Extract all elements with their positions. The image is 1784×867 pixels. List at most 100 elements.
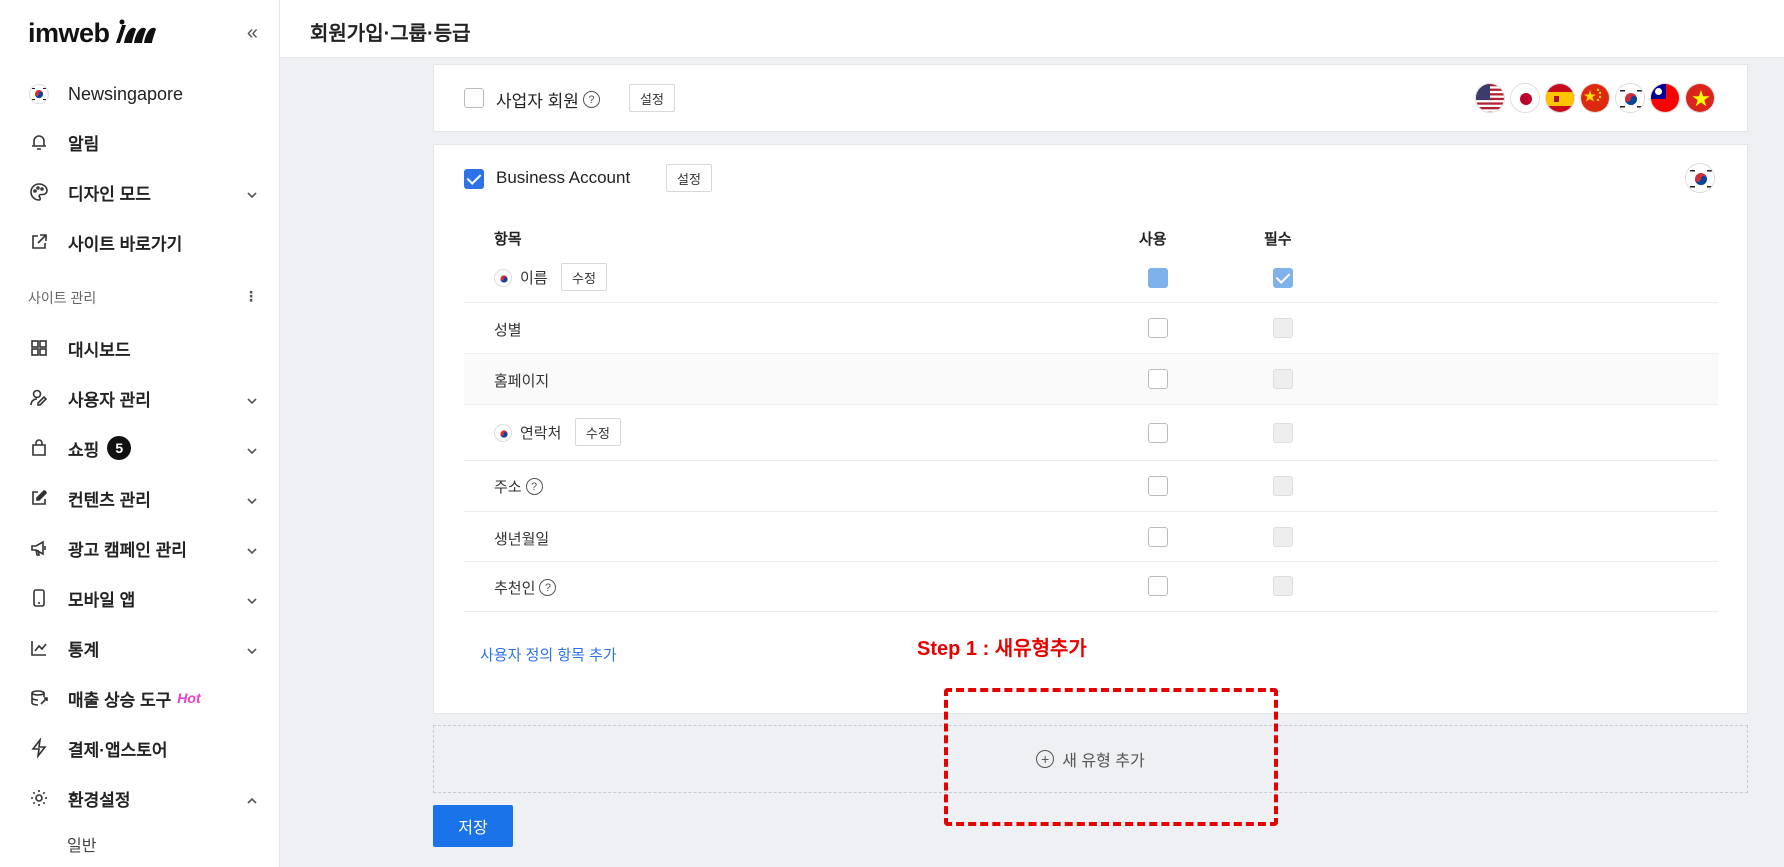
sidebar-item-shopping[interactable]: 쇼핑 5 [28, 432, 258, 464]
field-name: 주소 ? [494, 476, 543, 497]
vn-flag-icon[interactable] [1685, 83, 1715, 113]
table-row: 성별 [464, 303, 1718, 354]
sidebar-item-label: 쇼핑 [68, 440, 100, 460]
column-header-use: 사용 [1139, 231, 1167, 248]
site-name: Newsingapore [68, 83, 184, 104]
help-icon[interactable]: ? [525, 478, 543, 495]
es-flag-icon[interactable] [1545, 83, 1575, 113]
sidebar-item-visit-site[interactable]: 사이트 바로가기 [28, 226, 258, 258]
sidebar-item-label: 사용자 관리 [68, 390, 151, 410]
sidebar-item-label: 결제·앱스토어 [68, 740, 168, 760]
imweb-logo[interactable]: imweb [28, 18, 158, 49]
table-row: 연락처 수정 [464, 405, 1718, 461]
site-selector[interactable]: Newsingapore [28, 78, 258, 110]
save-button[interactable]: 저장 [433, 805, 513, 847]
edit-icon [28, 487, 50, 509]
sidebar-item-settings[interactable]: 환경설정 [28, 782, 258, 814]
sidebar-item-mobile-app[interactable]: 모바일 앱 [28, 582, 258, 614]
enable-checkbox[interactable] [464, 88, 484, 108]
sidebar-item-users[interactable]: 사용자 관리 [28, 382, 258, 414]
sidebar-item-statistics[interactable]: 통계 [28, 632, 258, 664]
tw-flag-icon[interactable] [1650, 83, 1680, 113]
collapse-sidebar-icon[interactable]: « [247, 22, 258, 45]
sidebar-item-label: 사이트 바로가기 [68, 234, 183, 254]
use-checkbox[interactable] [1148, 369, 1168, 389]
logo-text: imweb [28, 17, 110, 48]
bell-icon [28, 131, 50, 153]
sidebar-item-label: 매출 상승 도구 [68, 690, 172, 710]
kr-flag-icon [494, 268, 512, 287]
settings-button[interactable]: 설정 [629, 84, 675, 112]
required-checkbox [1273, 476, 1293, 496]
logo-mark-icon [115, 19, 156, 43]
enable-checkbox[interactable] [464, 169, 484, 189]
jp-flag-icon[interactable] [1510, 83, 1540, 113]
sidebar-subitem-general[interactable]: 일반 [67, 832, 96, 856]
required-checkbox [1273, 423, 1293, 443]
palette-icon [28, 181, 50, 203]
cn-flag-icon[interactable] [1580, 83, 1610, 113]
kr-flag-icon [494, 423, 512, 442]
sidebar-item-contents[interactable]: 컨텐츠 관리 [28, 482, 258, 514]
member-type-card-business-member: 사업자 회원 ? 설정 [433, 64, 1748, 132]
megaphone-icon [28, 537, 50, 559]
edit-button[interactable]: 수정 [575, 418, 621, 446]
sidebar-item-label: 디자인 모드 [68, 184, 151, 204]
use-checkbox[interactable] [1148, 318, 1168, 338]
table-row: 생년월일 [464, 512, 1718, 562]
chevron-down-icon [246, 186, 258, 199]
chevron-up-icon [246, 792, 258, 804]
required-checkbox [1273, 527, 1293, 547]
use-checkbox[interactable] [1148, 423, 1168, 443]
kr-flag-icon[interactable] [1615, 83, 1645, 113]
help-icon[interactable]: ? [582, 91, 600, 108]
sidebar-item-label: 광고 캠페인 관리 [68, 540, 187, 560]
sidebar-item-sales-tools[interactable]: 매출 상승 도구 Hot [28, 682, 258, 714]
use-checkbox[interactable] [1148, 268, 1168, 288]
use-checkbox[interactable] [1148, 527, 1168, 547]
field-name: 홈페이지 [494, 373, 550, 390]
chevron-down-icon [246, 592, 258, 605]
help-icon[interactable]: ? [539, 579, 557, 596]
table-row: 추천인 ? [464, 562, 1718, 612]
column-header-item: 항목 [494, 231, 522, 248]
page-title: 회원가입·그룹·등급 [310, 23, 471, 45]
chevron-down-icon [246, 492, 258, 505]
more-vertical-icon[interactable]: ⋮ [244, 288, 258, 308]
member-type-label: Business Account [496, 168, 631, 187]
sidebar-item-ad-campaign[interactable]: 광고 캠페인 관리 [28, 532, 258, 564]
shopping-bag-icon [28, 437, 50, 459]
required-checkbox [1273, 318, 1293, 338]
field-name: 연락처 [494, 422, 561, 443]
edit-button[interactable]: 수정 [561, 263, 607, 291]
sidebar: imweb « Newsingapore 알림 디자인 모드 사이트 바로가기 … [0, 0, 280, 867]
use-checkbox[interactable] [1148, 476, 1168, 496]
sidebar-item-label: 알림 [68, 134, 100, 154]
step-annotation-label: Step 1 : 새유형추가 [917, 638, 1087, 660]
table-row: 이름 수정 [464, 253, 1718, 303]
sidebar-item-label: 대시보드 [68, 340, 131, 360]
gear-icon [28, 787, 50, 809]
field-name: 추천인 ? [494, 577, 557, 598]
external-link-icon [28, 231, 50, 253]
logo-row: imweb « [28, 16, 258, 50]
sidebar-item-design-mode[interactable]: 디자인 모드 [28, 176, 258, 208]
sidebar-item-label: 모바일 앱 [68, 590, 136, 610]
add-custom-field-link[interactable]: 사용자 정의 항목 추가 [480, 644, 617, 665]
column-header-required: 필수 [1264, 231, 1292, 248]
field-name: 이름 [494, 267, 548, 288]
grid-icon [28, 337, 50, 359]
sidebar-item-notifications[interactable]: 알림 [28, 126, 258, 158]
us-flag-icon[interactable] [1475, 83, 1505, 113]
table-row: 주소 ? [464, 461, 1718, 512]
sidebar-item-dashboard[interactable]: 대시보드 [28, 332, 258, 364]
field-name: 생년월일 [494, 531, 550, 548]
use-checkbox[interactable] [1148, 576, 1168, 596]
step-annotation-box [944, 688, 1278, 826]
required-checkbox[interactable] [1273, 268, 1293, 288]
kr-flag-icon[interactable] [1685, 163, 1715, 193]
settings-button[interactable]: 설정 [666, 164, 712, 192]
sidebar-item-payment-appstore[interactable]: 결제·앱스토어 [28, 732, 258, 764]
required-checkbox [1273, 369, 1293, 389]
sidebar-item-label: 환경설정 [68, 790, 131, 810]
